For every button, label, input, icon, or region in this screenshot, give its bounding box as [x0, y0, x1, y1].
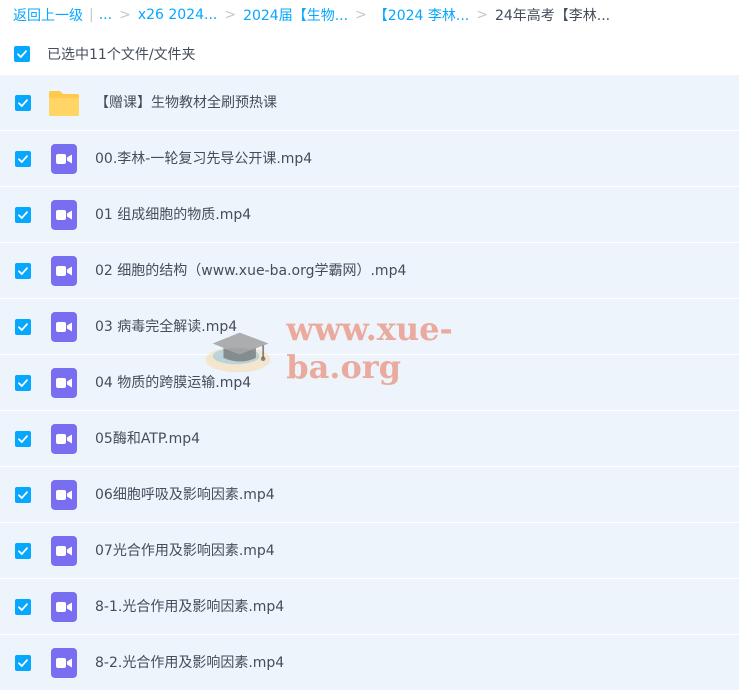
file-icon-wrap [48, 480, 80, 510]
file-icon-wrap [48, 536, 80, 566]
file-icon-wrap [48, 648, 80, 678]
chevron-right-icon: > [476, 7, 488, 23]
file-name[interactable]: 07光合作用及影响因素.mp4 [95, 523, 275, 579]
file-row[interactable]: 8-2.光合作用及影响因素.mp4 [0, 635, 739, 691]
file-checkbox[interactable] [15, 94, 31, 111]
chevron-right-icon: > [355, 7, 367, 23]
file-icon-wrap [48, 592, 80, 622]
file-checkbox[interactable] [15, 262, 31, 279]
file-row[interactable]: 07光合作用及影响因素.mp4 [0, 523, 739, 579]
camera-icon [56, 434, 72, 444]
video-file-icon [51, 144, 77, 174]
video-file-icon [51, 256, 77, 286]
camera-icon [56, 490, 72, 500]
file-icon-wrap [48, 424, 80, 454]
file-name[interactable]: 02 细胞的结构（www.xue-ba.org学霸网）.mp4 [95, 243, 406, 299]
file-checkbox[interactable] [15, 206, 31, 223]
select-all-bar: 已选中11个文件/文件夹 [0, 38, 739, 70]
file-name[interactable]: 04 物质的跨膜运输.mp4 [95, 355, 251, 411]
file-name[interactable]: 06细胞呼吸及影响因素.mp4 [95, 467, 275, 523]
file-name[interactable]: 05酶和ATP.mp4 [95, 411, 200, 467]
file-icon-wrap [48, 368, 80, 398]
breadcrumb-item-1[interactable]: x26 2024... [138, 7, 218, 23]
video-file-icon [51, 200, 77, 230]
folder-icon [49, 91, 79, 116]
file-row[interactable]: 03 病毒完全解读.mp4 [0, 299, 739, 355]
file-checkbox[interactable] [15, 318, 31, 335]
check-icon [18, 602, 28, 611]
select-all-checkbox[interactable] [14, 46, 30, 62]
file-name[interactable]: 8-1.光合作用及影响因素.mp4 [95, 579, 284, 635]
camera-icon [56, 210, 72, 220]
file-checkbox[interactable] [15, 374, 31, 391]
file-list: 【赠课】生物教材全刷预热课 00.李林-一轮复习先导公开课.mp4 01 组成细胞的… [0, 75, 739, 691]
file-checkbox[interactable] [15, 486, 31, 503]
selection-count-label: 已选中11个文件/文件夹 [47, 47, 196, 63]
file-row[interactable]: 00.李林-一轮复习先导公开课.mp4 [0, 131, 739, 187]
camera-icon [56, 378, 72, 388]
check-icon [18, 378, 28, 387]
check-icon [18, 154, 28, 163]
video-file-icon [51, 480, 77, 510]
breadcrumb: 返回上一级 | ... > x26 2024... > 2024届【生物... … [0, 0, 739, 30]
file-icon-wrap [48, 200, 80, 230]
video-file-icon [51, 536, 77, 566]
video-file-icon [51, 312, 77, 342]
file-row[interactable]: 8-1.光合作用及影响因素.mp4 [0, 579, 739, 635]
check-icon [18, 322, 28, 331]
chevron-right-icon: > [224, 7, 237, 23]
breadcrumb-current: 24年高考【李林... [494, 8, 611, 24]
file-name[interactable]: 03 病毒完全解读.mp4 [95, 299, 237, 355]
file-row[interactable]: 02 细胞的结构（www.xue-ba.org学霸网）.mp4 [0, 243, 739, 299]
check-icon [17, 50, 27, 58]
file-icon-wrap [48, 312, 80, 342]
camera-icon [56, 546, 72, 556]
file-checkbox[interactable] [15, 430, 31, 447]
file-checkbox[interactable] [15, 654, 31, 671]
check-icon [18, 490, 28, 499]
chevron-right-icon: > [119, 7, 131, 23]
video-file-icon [51, 648, 77, 678]
file-checkbox[interactable] [15, 542, 31, 559]
camera-icon [56, 154, 72, 164]
file-name[interactable]: 8-2.光合作用及影响因素.mp4 [95, 635, 284, 691]
file-row[interactable]: 05酶和ATP.mp4 [0, 411, 739, 467]
file-row[interactable]: 06细胞呼吸及影响因素.mp4 [0, 467, 739, 523]
camera-icon [56, 266, 72, 276]
file-row[interactable]: 01 组成细胞的物质.mp4 [0, 187, 739, 243]
file-name[interactable]: 【赠课】生物教材全刷预热课 [95, 75, 277, 131]
video-file-icon [51, 368, 77, 398]
breadcrumb-item-2[interactable]: 2024届【生物... [243, 5, 348, 25]
file-icon-wrap [48, 88, 80, 118]
camera-icon [56, 658, 72, 668]
file-name[interactable]: 01 组成细胞的物质.mp4 [95, 187, 251, 243]
file-name[interactable]: 00.李林-一轮复习先导公开课.mp4 [95, 131, 312, 187]
check-icon [18, 546, 28, 555]
file-row[interactable]: 【赠课】生物教材全刷预热课 [0, 75, 739, 131]
file-icon-wrap [48, 256, 80, 286]
file-row[interactable]: 04 物质的跨膜运输.mp4 [0, 355, 739, 411]
file-checkbox[interactable] [15, 598, 31, 615]
file-icon-wrap [48, 144, 80, 174]
camera-icon [56, 322, 72, 332]
video-file-icon [51, 592, 77, 622]
video-file-icon [51, 424, 77, 454]
check-icon [18, 210, 28, 219]
check-icon [18, 658, 28, 667]
breadcrumb-divider: | [89, 7, 94, 23]
camera-icon [56, 602, 72, 612]
back-link[interactable]: 返回上一级 [13, 5, 83, 25]
check-icon [18, 434, 28, 443]
breadcrumb-root[interactable]: ... [99, 7, 112, 23]
breadcrumb-item-3[interactable]: 【2024 李林... [374, 5, 469, 25]
check-icon [18, 98, 28, 107]
file-checkbox[interactable] [15, 150, 31, 167]
check-icon [18, 266, 28, 275]
